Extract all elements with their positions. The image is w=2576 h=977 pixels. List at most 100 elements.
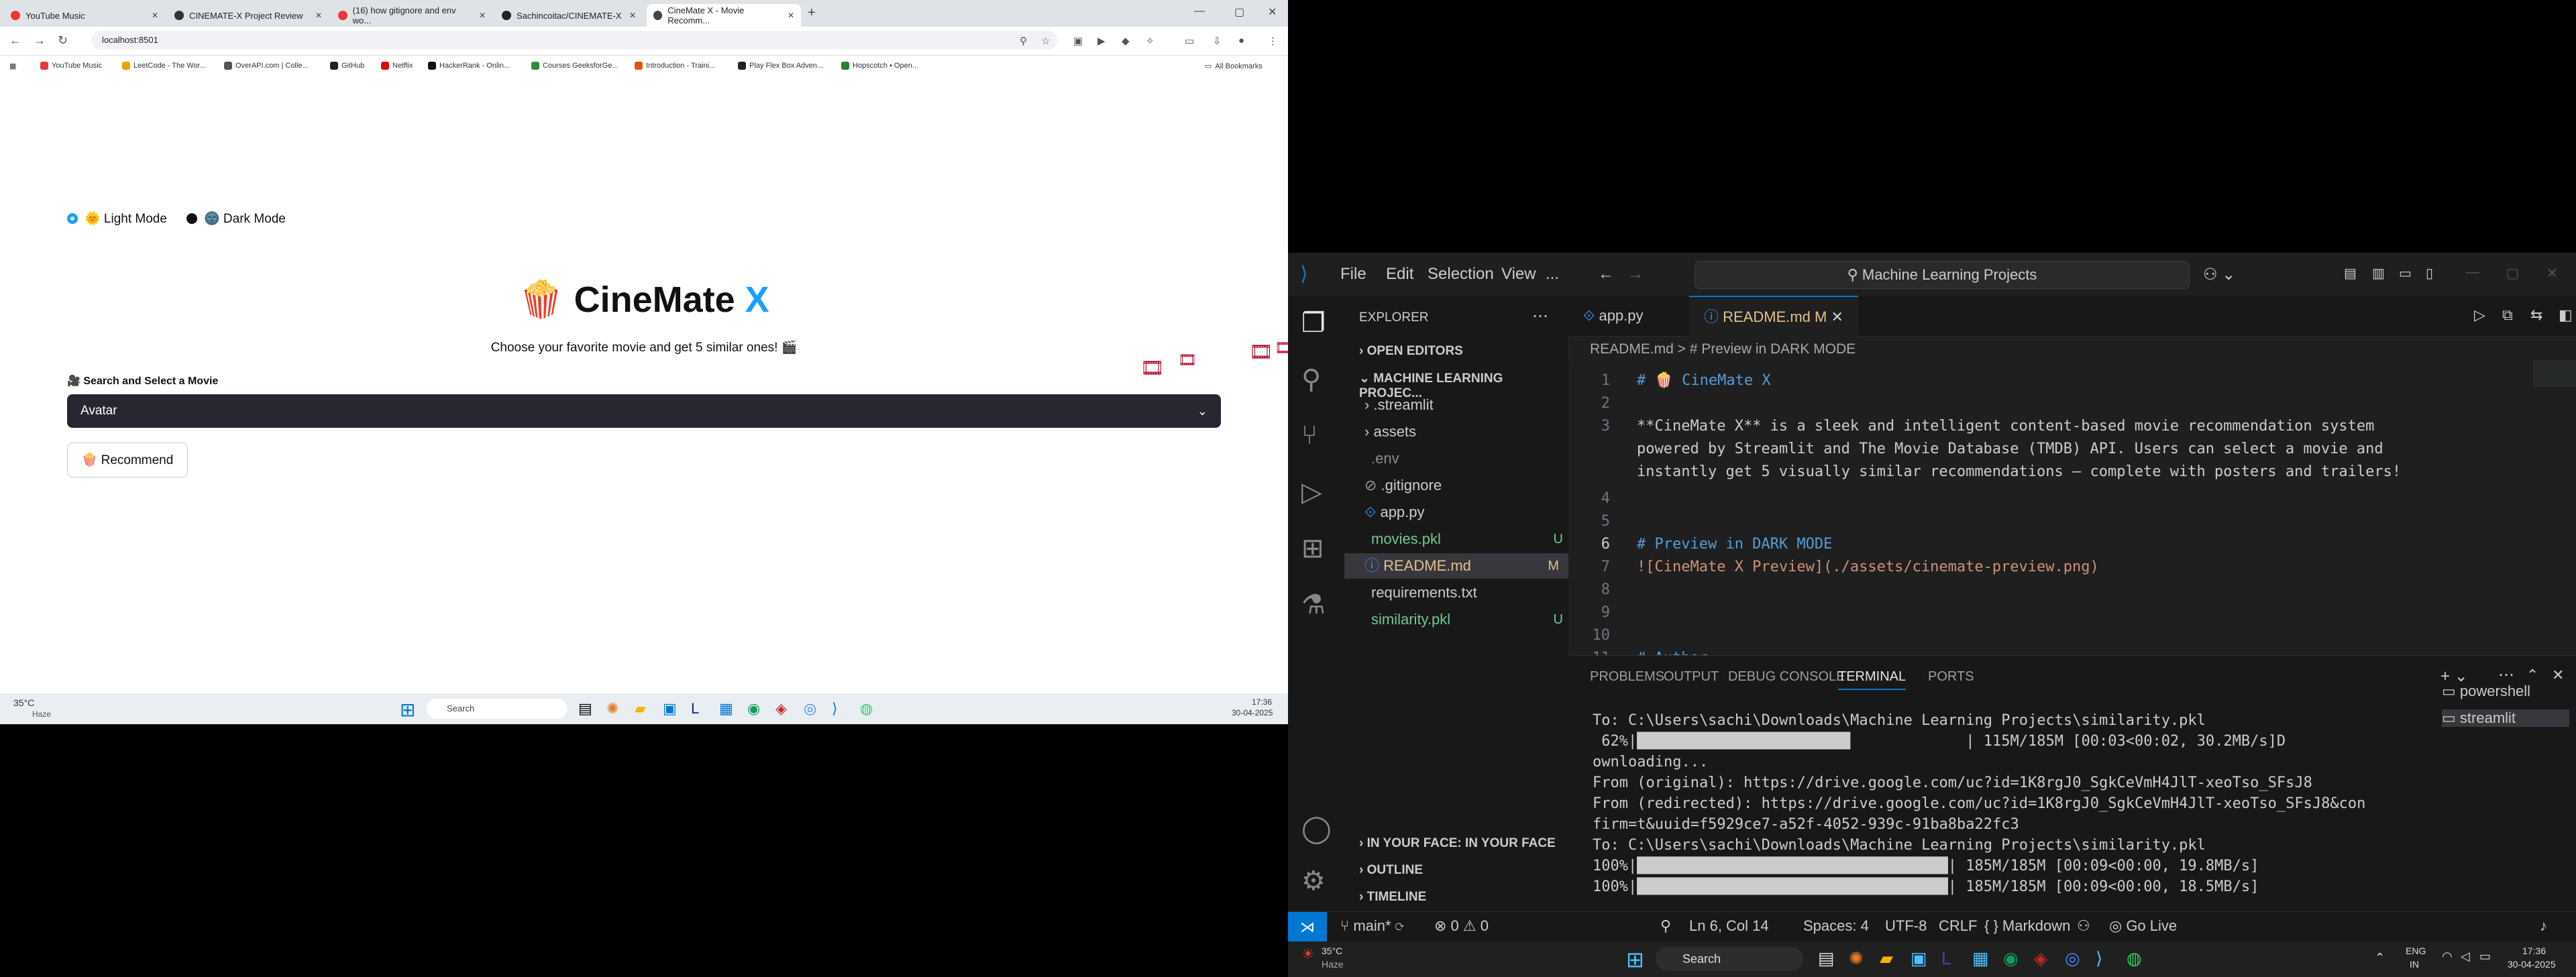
menu-edit[interactable]: Edit bbox=[1386, 265, 1413, 284]
close-tab-icon[interactable]: ✕ bbox=[788, 11, 794, 20]
taskbar-app-icon[interactable]: ▤ bbox=[1818, 948, 1835, 969]
nav-back-icon[interactable]: ← bbox=[1598, 265, 1614, 284]
menu-view[interactable]: View bbox=[1501, 265, 1536, 284]
browser-tab[interactable]: YouTube Music ✕ bbox=[4, 4, 165, 27]
windows-start-icon[interactable]: ⊞ bbox=[1626, 947, 1644, 972]
terminal-list-item-active[interactable]: ▭ streamlit bbox=[2442, 709, 2569, 727]
file-tree-item[interactable]: › .streamlit bbox=[1364, 392, 1566, 418]
browser-tab[interactable]: (16) how gitignore and env wo... ✕ bbox=[331, 4, 492, 27]
copilot-icon[interactable]: ✺ bbox=[1849, 948, 1864, 969]
close-window-button[interactable]: ✕ bbox=[2546, 265, 2558, 282]
go-live[interactable]: ◎ Go Live bbox=[2109, 917, 2177, 935]
app-icon[interactable]: ▦ bbox=[1972, 948, 1989, 969]
file-tree-item-selected[interactable]: ⓘ README.md M bbox=[1344, 553, 1568, 579]
browser-tab-active[interactable]: CineMate X - Movie Recomm... ✕ bbox=[647, 4, 801, 27]
show-hidden-icons-icon[interactable]: ⌃ bbox=[2375, 951, 2385, 965]
menu-file[interactable]: File bbox=[1340, 265, 1366, 284]
remote-icon[interactable]: ⋊ bbox=[1288, 912, 1327, 941]
indentation[interactable]: Spaces: 4 bbox=[1803, 917, 1869, 935]
file-tree-item[interactable]: › assets bbox=[1364, 419, 1566, 445]
chrome-icon[interactable]: ◎ bbox=[2065, 948, 2080, 969]
extension-icon[interactable]: ▣ bbox=[1073, 35, 1083, 47]
file-tree-item[interactable]: movies.pkl U bbox=[1371, 526, 1572, 552]
reload-icon[interactable]: ↻ bbox=[58, 34, 68, 48]
movie-select[interactable]: Avatar ⌄ bbox=[67, 394, 1221, 428]
bookmark-item[interactable]: HackerRank - Onlin... bbox=[428, 62, 510, 70]
command-center-search[interactable]: ⚲ Machine Learning Projects bbox=[1695, 261, 2190, 289]
dark-mode-radio[interactable]: 🌚 Dark Mode bbox=[186, 211, 286, 227]
back-arrow-icon[interactable]: ← bbox=[9, 34, 21, 48]
close-tab-icon[interactable]: ✕ bbox=[479, 11, 486, 20]
bookmark-item[interactable]: GitHub bbox=[330, 62, 364, 70]
compare-icon[interactable]: ⇆ bbox=[2530, 306, 2542, 324]
file-tree-item[interactable]: ⊘ .gitignore bbox=[1364, 473, 1566, 498]
app-l-icon[interactable]: L bbox=[1941, 948, 1951, 969]
git-branch[interactable]: ⑂ main* ⟳ bbox=[1340, 917, 1404, 935]
timeline-section[interactable]: › TIMELINE bbox=[1359, 890, 1426, 905]
taskbar-search[interactable]: Search bbox=[427, 699, 568, 719]
close-panel-icon[interactable]: ✕ bbox=[2552, 667, 2564, 684]
toggle-panel-icon[interactable]: ▭ bbox=[2399, 265, 2412, 282]
browser-tab[interactable]: Sachincoitac/CINEMATE-X ✕ bbox=[495, 4, 643, 27]
file-tree-item[interactable]: similarity.pkl U bbox=[1371, 607, 1572, 632]
bookmark-item[interactable]: LeetCode - The Wor... bbox=[122, 62, 206, 70]
nav-forward-icon[interactable]: → bbox=[1627, 265, 1644, 284]
file-explorer-icon[interactable]: ▰ bbox=[635, 700, 646, 717]
preview-side-icon[interactable]: ◧ bbox=[2559, 306, 2573, 324]
eol[interactable]: CRLF bbox=[1939, 917, 1977, 935]
outline-section[interactable]: › OUTLINE bbox=[1359, 863, 1423, 878]
close-window-button[interactable]: ✕ bbox=[1268, 5, 1277, 19]
taskbar-search[interactable]: Search bbox=[1656, 947, 1803, 971]
minimize-button[interactable]: — bbox=[1194, 5, 1205, 17]
bookmark-item[interactable]: Netflix bbox=[381, 62, 413, 70]
breadcrumb[interactable]: README.md > # Preview in DARK MODE bbox=[1590, 341, 1856, 357]
source-control-icon[interactable]: ⑂ bbox=[1301, 420, 1318, 451]
vscode-icon[interactable]: ⟩ bbox=[832, 700, 838, 717]
run-debug-icon[interactable]: ▷ bbox=[1301, 477, 1322, 508]
copilot-icon[interactable]: ✺ bbox=[606, 700, 619, 717]
menu-kebab-icon[interactable]: ⋮ bbox=[1268, 35, 1278, 47]
problems-count[interactable]: ⊗ 0 ⚠ 0 bbox=[1434, 917, 1489, 935]
forward-arrow-icon[interactable]: → bbox=[34, 34, 46, 48]
store-icon[interactable]: ▣ bbox=[663, 700, 677, 717]
close-tab-icon[interactable]: ✕ bbox=[152, 11, 158, 20]
tab-ports[interactable]: PORTS bbox=[1928, 669, 1974, 685]
edge-icon[interactable]: ◉ bbox=[747, 700, 760, 717]
language-indicator[interactable]: ENG bbox=[2406, 945, 2426, 956]
edge-icon[interactable]: ◉ bbox=[2003, 948, 2019, 969]
toggle-sidebar-icon[interactable]: ▥ bbox=[2372, 265, 2385, 282]
vscode-icon[interactable]: ⟩ bbox=[2096, 948, 2102, 969]
layout-icon[interactable]: ▤ bbox=[2344, 265, 2357, 282]
bookmark-item[interactable]: Introduction - Traini... bbox=[635, 62, 715, 70]
explorer-icon[interactable]: ❐ bbox=[1301, 308, 1326, 339]
testing-icon[interactable]: ⚗ bbox=[1301, 589, 1326, 620]
open-preview-icon[interactable]: ⧉ bbox=[2502, 306, 2513, 324]
tab-output[interactable]: OUTPUT bbox=[1664, 669, 1719, 685]
download-icon[interactable]: ⇩ bbox=[1213, 35, 1222, 47]
copilot-icon[interactable]: ⚇ ⌄ bbox=[2203, 265, 2235, 284]
tab-problems[interactable]: PROBLEMS bbox=[1590, 669, 1664, 685]
minimize-button[interactable]: — bbox=[2466, 265, 2479, 280]
account-icon[interactable]: ◯ bbox=[1301, 813, 1332, 844]
taskbar-app-icon[interactable]: ▤ bbox=[578, 700, 592, 717]
maximize-panel-icon[interactable]: ⌃ bbox=[2526, 667, 2538, 684]
zoom-icon[interactable]: ⚲ bbox=[1020, 35, 1027, 47]
tab-debug-console[interactable]: DEBUG CONSOLE bbox=[1728, 669, 1845, 685]
notifications-bell-icon[interactable]: ♪ bbox=[2540, 917, 2547, 935]
extensions-icon[interactable]: ⊞ bbox=[1301, 533, 1324, 564]
terminal-output[interactable]: To: C:\Users\sachi\Downloads\Machine Lea… bbox=[1593, 712, 2411, 899]
run-icon[interactable]: ▷ bbox=[2474, 306, 2485, 324]
wifi-icon[interactable]: ◠ bbox=[2442, 950, 2453, 964]
whatsapp-icon[interactable]: ◍ bbox=[860, 700, 873, 717]
tab-terminal[interactable]: TERMINAL bbox=[1838, 669, 1907, 690]
maximize-button[interactable]: ▢ bbox=[2506, 265, 2519, 282]
mcafee-icon[interactable]: ◈ bbox=[2034, 948, 2047, 969]
bookmark-item[interactable]: Courses GeeksforGe... bbox=[531, 62, 619, 70]
more-actions-icon[interactable]: ⋯ bbox=[2498, 665, 2514, 685]
whatsapp-icon[interactable]: ◍ bbox=[2127, 948, 2142, 969]
more-actions-icon[interactable]: ⋯ bbox=[1532, 306, 1548, 326]
tab-app-py[interactable]: ⟐ app.py bbox=[1568, 296, 1658, 336]
battery-icon[interactable]: ▭ bbox=[2479, 950, 2491, 964]
mcafee-icon[interactable]: ◈ bbox=[775, 700, 787, 717]
close-tab-icon[interactable]: ✕ bbox=[315, 11, 322, 20]
